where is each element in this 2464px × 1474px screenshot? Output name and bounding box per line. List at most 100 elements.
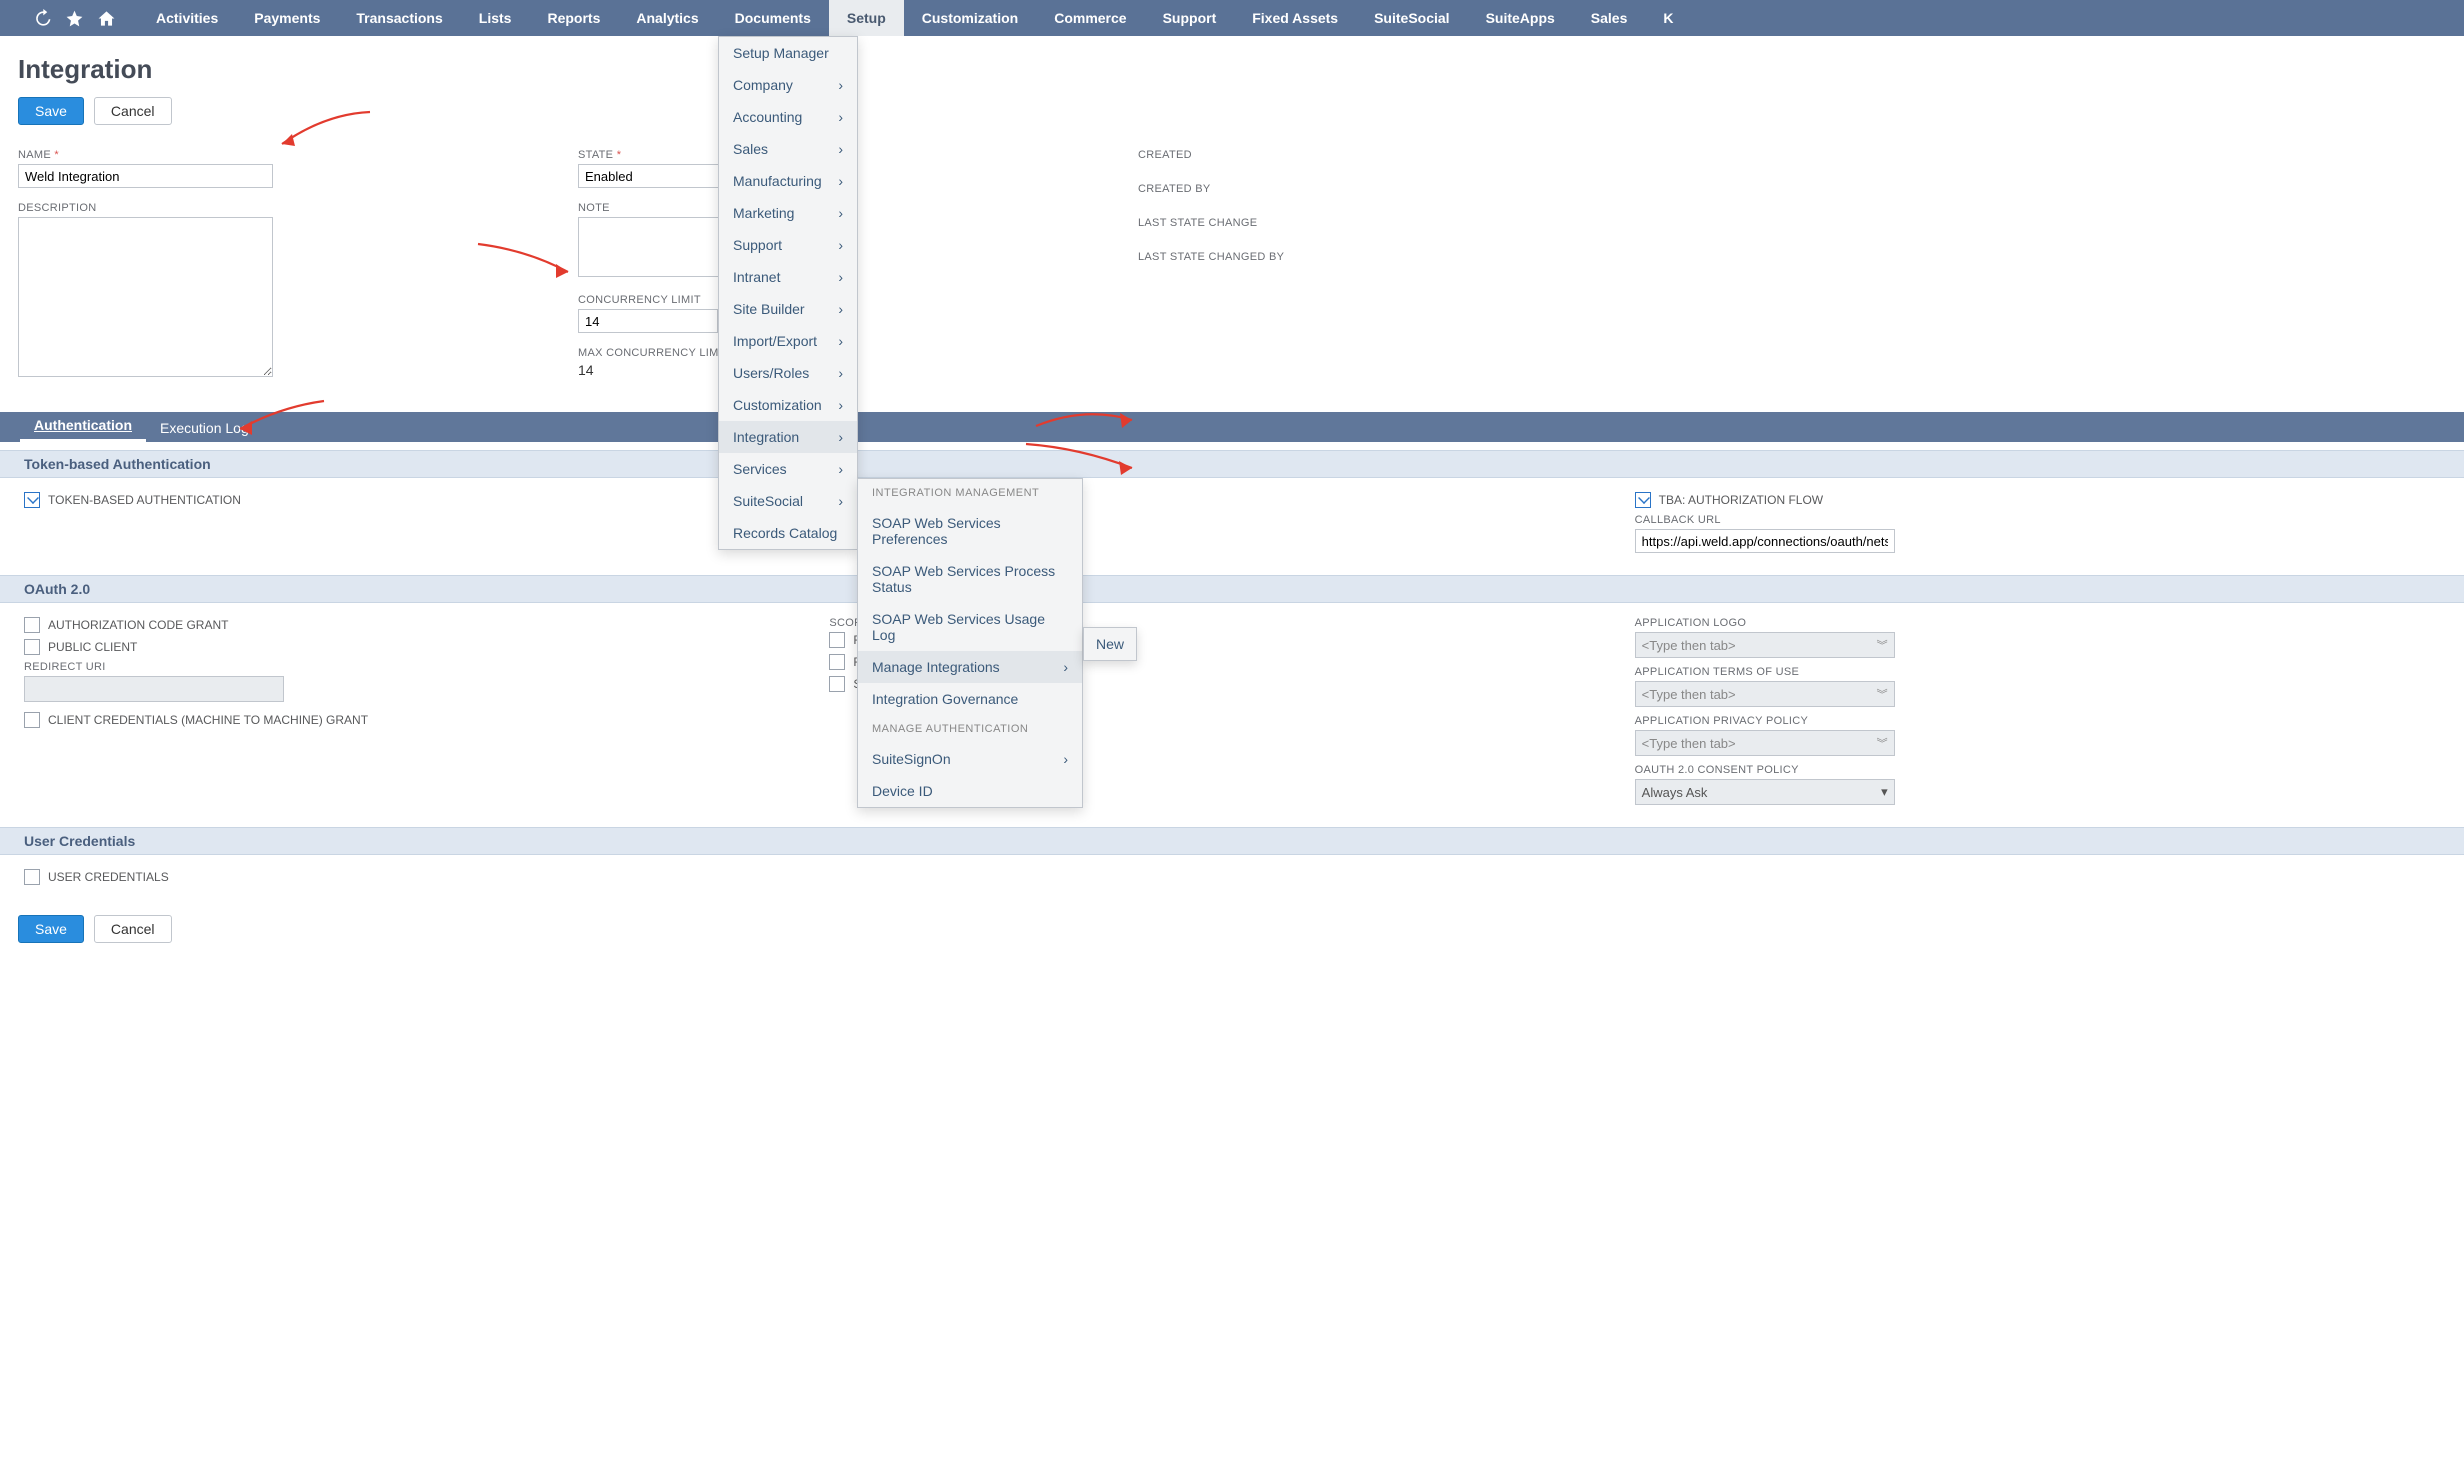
setup-menu: Setup ManagerCompany›Accounting›Sales›Ma…	[718, 36, 858, 550]
tba-authflow-checkbox[interactable]: TBA: AUTHORIZATION FLOW	[1635, 492, 2440, 508]
public-client-checkbox[interactable]: PUBLIC CLIENT	[24, 639, 829, 655]
menu-item-import-export[interactable]: Import/Export›	[719, 325, 857, 357]
nav-item-commerce[interactable]: Commerce	[1036, 0, 1144, 36]
chevron-right-icon: ›	[838, 109, 843, 125]
menu-item-manufacturing[interactable]: Manufacturing›	[719, 165, 857, 197]
menu-item-users-roles[interactable]: Users/Roles›	[719, 357, 857, 389]
checkbox-icon	[829, 632, 845, 648]
callback-url-label: CALLBACK URL	[1635, 514, 2440, 526]
menu-item-records-catalog[interactable]: Records Catalog	[719, 517, 857, 549]
menu-item-customization[interactable]: Customization›	[719, 389, 857, 421]
acg-checkbox[interactable]: AUTHORIZATION CODE GRANT	[24, 617, 829, 633]
section-header-oauth: OAuth 2.0	[0, 575, 2464, 603]
chevron-right-icon: ›	[1063, 659, 1068, 675]
menu-item-company[interactable]: Company›	[719, 69, 857, 101]
menu-item-marketing[interactable]: Marketing›	[719, 197, 857, 229]
app-privacy-input[interactable]: <Type then tab>︾	[1635, 730, 1895, 756]
menu-item-integration[interactable]: Integration›	[719, 421, 857, 453]
name-input[interactable]	[18, 164, 273, 188]
nav-item-suiteapps[interactable]: SuiteApps	[1468, 0, 1573, 36]
submenu-item-device-id[interactable]: Device ID	[858, 775, 1082, 807]
nav-item-payments[interactable]: Payments	[236, 0, 338, 36]
cancel-button[interactable]: Cancel	[94, 97, 172, 125]
checkbox-icon	[24, 492, 40, 508]
submenu-item-manage-integrations[interactable]: Manage Integrations›	[858, 651, 1082, 683]
nav-item-reports[interactable]: Reports	[529, 0, 618, 36]
chevron-right-icon: ›	[838, 493, 843, 509]
chevron-down-icon: ▾	[1881, 784, 1888, 800]
submenu-item-soap-web-services-preferences[interactable]: SOAP Web Services Preferences	[858, 507, 1082, 555]
menu-item-sales[interactable]: Sales›	[719, 133, 857, 165]
chevron-right-icon: ›	[838, 269, 843, 285]
chevron-right-icon: ›	[838, 173, 843, 189]
redirect-uri-label: REDIRECT URI	[24, 661, 829, 673]
tab-strip: Authentication Execution Log	[0, 412, 2464, 442]
nav-item-setup[interactable]: Setup	[829, 0, 904, 36]
laststate-label: LAST STATE CHANGE	[1138, 217, 2416, 229]
menu-item-site-builder[interactable]: Site Builder›	[719, 293, 857, 325]
callback-url-input[interactable]	[1635, 529, 1895, 553]
submenu-heading-integration: INTEGRATION MANAGEMENT	[858, 479, 1082, 507]
tab-execution-log[interactable]: Execution Log	[146, 414, 263, 442]
description-textarea[interactable]	[18, 217, 273, 377]
chevron-double-icon: ︾	[1877, 735, 1888, 751]
tba-checkbox[interactable]: TOKEN-BASED AUTHENTICATION	[24, 492, 829, 508]
concurrency-limit-input[interactable]	[578, 309, 718, 333]
consent-select[interactable]: Always Ask▾	[1635, 779, 1895, 805]
page-header: Integration Save Cancel	[0, 36, 2464, 149]
home-icon[interactable]	[90, 0, 122, 36]
consent-label: OAUTH 2.0 CONSENT POLICY	[1635, 764, 2440, 776]
tab-authentication[interactable]: Authentication	[20, 411, 146, 442]
description-label: DESCRIPTION	[18, 202, 548, 214]
chevron-right-icon: ›	[838, 365, 843, 381]
submenu-item-soap-web-services-process-status[interactable]: SOAP Web Services Process Status	[858, 555, 1082, 603]
menu-item-intranet[interactable]: Intranet›	[719, 261, 857, 293]
nav-item-sales[interactable]: Sales	[1573, 0, 1646, 36]
chevron-right-icon: ›	[838, 77, 843, 93]
submenu-item-integration-governance[interactable]: Integration Governance	[858, 683, 1082, 715]
nav-item-suitesocial[interactable]: SuiteSocial	[1356, 0, 1467, 36]
save-button[interactable]: Save	[18, 97, 84, 125]
save-button-bottom[interactable]: Save	[18, 915, 84, 943]
nav-item-support[interactable]: Support	[1145, 0, 1235, 36]
menu-item-accounting[interactable]: Accounting›	[719, 101, 857, 133]
checkbox-icon	[24, 869, 40, 885]
chevron-double-icon: ︾	[1877, 637, 1888, 653]
redirect-uri-input	[24, 676, 284, 702]
nav-item-lists[interactable]: Lists	[461, 0, 530, 36]
app-logo-label: APPLICATION LOGO	[1635, 617, 2440, 629]
star-icon[interactable]	[58, 0, 90, 36]
history-icon[interactable]	[26, 0, 58, 36]
createdby-label: CREATED BY	[1138, 183, 2416, 195]
chevron-right-icon: ›	[838, 205, 843, 221]
form-region: NAME * DESCRIPTION STATE * NOTE CONCURRE…	[0, 149, 2464, 394]
submenu-item-soap-web-services-usage-log[interactable]: SOAP Web Services Usage Log	[858, 603, 1082, 651]
nav-item-fixed-assets[interactable]: Fixed Assets	[1234, 0, 1356, 36]
nav-item-activities[interactable]: Activities	[138, 0, 236, 36]
laststateby-label: LAST STATE CHANGED BY	[1138, 251, 2416, 263]
menu-item-services[interactable]: Services›	[719, 453, 857, 485]
submenu-item-suitesignon[interactable]: SuiteSignOn›	[858, 743, 1082, 775]
nav-item-k[interactable]: K	[1645, 0, 1691, 36]
manage-integrations-new[interactable]: New	[1083, 627, 1137, 661]
app-terms-label: APPLICATION TERMS OF USE	[1635, 666, 2440, 678]
top-nav: ActivitiesPaymentsTransactionsListsRepor…	[0, 0, 2464, 36]
app-logo-input[interactable]: <Type then tab>︾	[1635, 632, 1895, 658]
chevron-right-icon: ›	[838, 397, 843, 413]
chevron-right-icon: ›	[838, 333, 843, 349]
name-label: NAME *	[18, 149, 548, 161]
menu-item-support[interactable]: Support›	[719, 229, 857, 261]
menu-item-setup-manager[interactable]: Setup Manager	[719, 37, 857, 69]
user-credentials-checkbox[interactable]: USER CREDENTIALS	[24, 869, 2440, 885]
section-header-usercred: User Credentials	[0, 827, 2464, 855]
nav-item-transactions[interactable]: Transactions	[338, 0, 460, 36]
nav-item-customization[interactable]: Customization	[904, 0, 1036, 36]
client-credentials-checkbox[interactable]: CLIENT CREDENTIALS (MACHINE TO MACHINE) …	[24, 712, 829, 728]
cancel-button-bottom[interactable]: Cancel	[94, 915, 172, 943]
chevron-double-icon: ︾	[1877, 686, 1888, 702]
nav-item-documents[interactable]: Documents	[717, 0, 829, 36]
nav-item-analytics[interactable]: Analytics	[618, 0, 716, 36]
menu-item-suitesocial[interactable]: SuiteSocial›	[719, 485, 857, 517]
checkbox-icon	[24, 617, 40, 633]
app-terms-input[interactable]: <Type then tab>︾	[1635, 681, 1895, 707]
